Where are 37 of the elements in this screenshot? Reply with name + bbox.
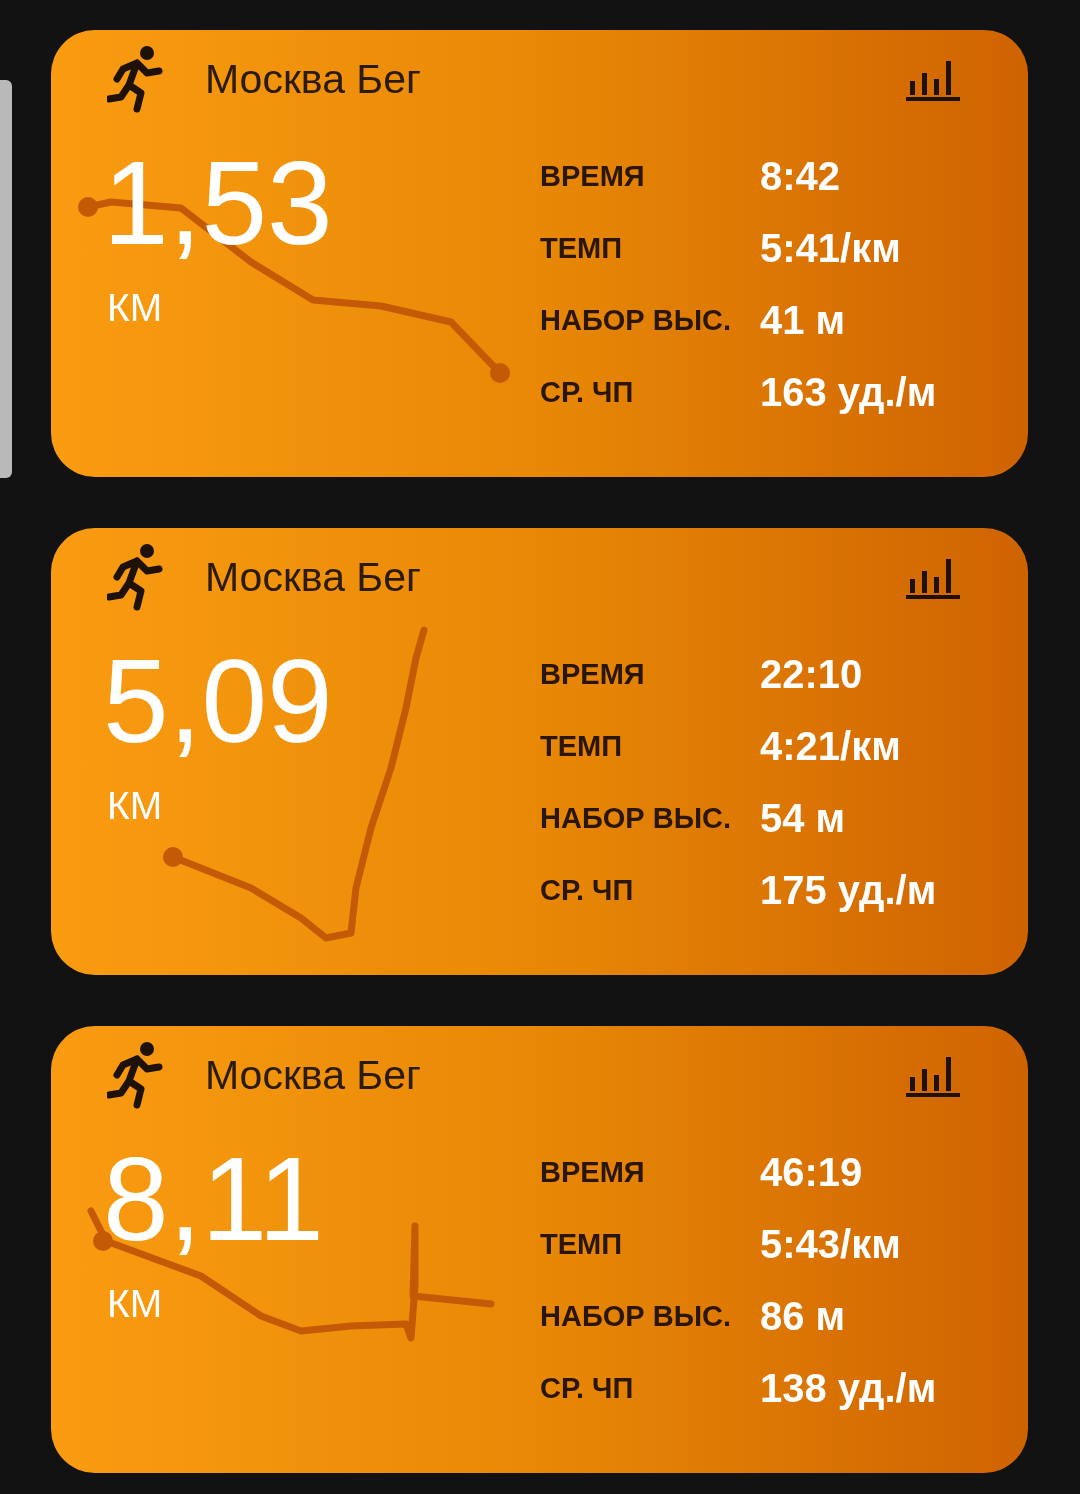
stat-label: ТЕМП — [540, 729, 624, 763]
distance-unit: КМ — [107, 286, 164, 330]
stat-value: 46:19 — [760, 1149, 864, 1195]
stat-label: НАБОР ВЫС. — [540, 303, 733, 337]
stat-label: НАБОР ВЫС. — [540, 1299, 733, 1333]
stat-value: 4:21/км — [760, 723, 902, 769]
activity-card[interactable]: Москва Бег 1,53 КМ ВРЕМЯ 8:42 ТЕМП 5:41/км НАБОР ВЫС. 41 м СР. ЧП 163 уд./м — [51, 30, 1028, 477]
stat-value: 163 уд./м — [760, 369, 937, 415]
activity-card[interactable]: Москва Бег 8,11 КМ ВРЕМЯ 46:19 ТЕМП 5:43/км НАБОР ВЫС. 86 м СР. ЧП 138 уд./м — [51, 1026, 1028, 1473]
activity-title: Москва Бег — [205, 1051, 423, 1099]
distance-value: 5,09 — [103, 642, 334, 760]
activity-card[interactable]: Москва Бег 5,09 КМ ВРЕМЯ 22:10 ТЕМП 4:21/км НАБОР ВЫС. 54 м СР. ЧП 175 уд./м — [51, 528, 1028, 975]
stat-value: 41 м — [760, 297, 847, 343]
stat-label: ВРЕМЯ — [540, 159, 646, 193]
stat-label: НАБОР ВЫС. — [540, 801, 733, 835]
stat-value: 54 м — [760, 795, 847, 841]
distance-value: 8,11 — [103, 1140, 325, 1258]
activity-title: Москва Бег — [205, 55, 423, 103]
stat-value: 175 уд./м — [760, 867, 937, 913]
distance-unit: КМ — [107, 1282, 164, 1326]
stat-value: 86 м — [760, 1293, 847, 1339]
stat-label: ВРЕМЯ — [540, 657, 646, 691]
stat-label: ВРЕМЯ — [540, 1155, 646, 1189]
stat-label: СР. ЧП — [540, 873, 635, 907]
stat-value: 138 уд./м — [760, 1365, 937, 1411]
stat-value: 5:41/км — [760, 225, 902, 271]
stat-value: 8:42 — [760, 153, 842, 199]
stat-value: 22:10 — [760, 651, 864, 697]
stat-value: 5:43/км — [760, 1221, 902, 1267]
distance-unit: КМ — [107, 784, 164, 828]
stat-label: СР. ЧП — [540, 375, 635, 409]
scrollbar[interactable] — [0, 80, 12, 478]
distance-value: 1,53 — [103, 144, 334, 262]
stat-label: ТЕМП — [540, 1227, 624, 1261]
stat-label: СР. ЧП — [540, 1371, 635, 1405]
stat-label: ТЕМП — [540, 231, 624, 265]
activity-title: Москва Бег — [205, 553, 423, 601]
